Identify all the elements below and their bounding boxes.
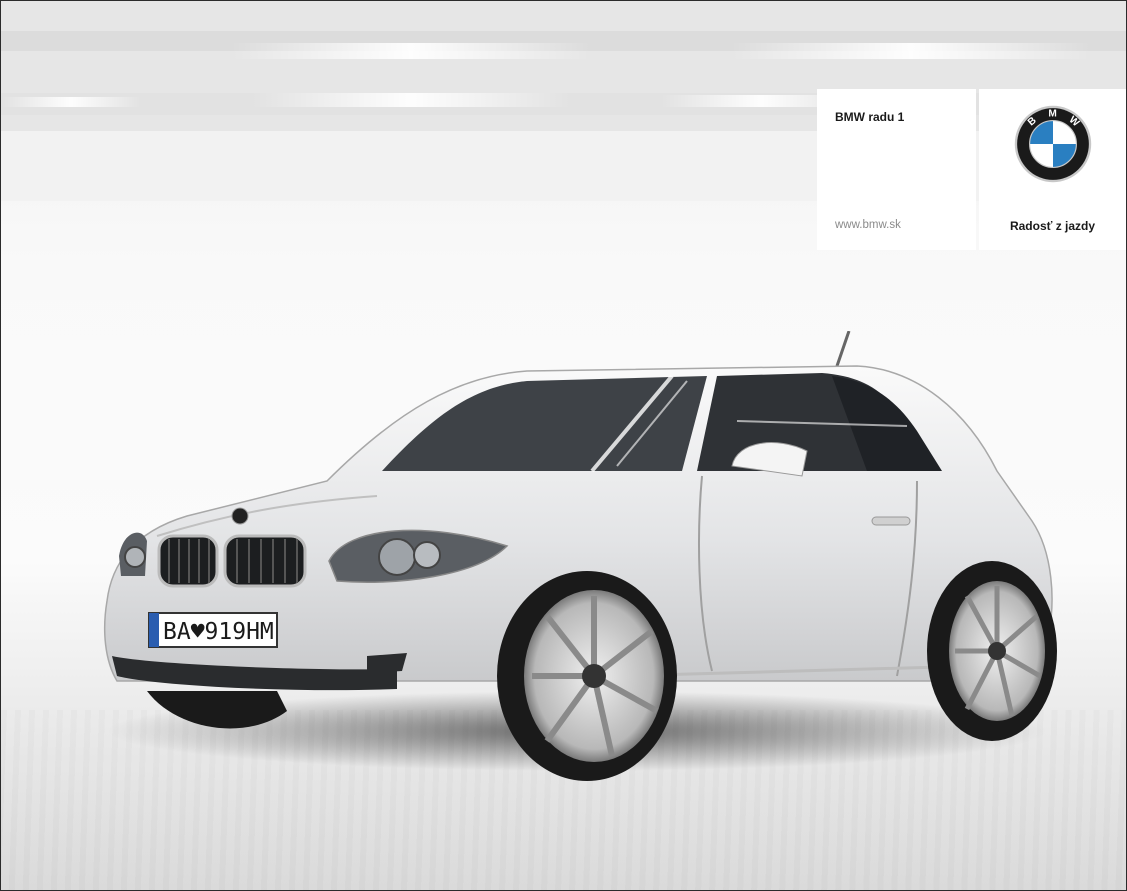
model-name: BMW radu 1: [835, 110, 905, 124]
license-plate: BA♥919HM: [148, 612, 278, 648]
brand-card: B M W Radosť z jazdy: [979, 89, 1126, 250]
slogan: Radosť z jazdy: [1009, 219, 1096, 233]
model-card: BMW radu 1 www.bmw.sk: [817, 89, 976, 250]
website-url[interactable]: www.bmw.sk: [835, 219, 901, 231]
svg-text:BA♥919HM: BA♥919HM: [163, 619, 274, 645]
svg-text:M: M: [1048, 109, 1056, 120]
car-bmw-1-series: BA♥919HM: [103, 331, 1057, 781]
bmw-logo-icon: B M W: [1014, 105, 1092, 183]
advertisement: BMW radu 1 www.bmw.sk B M W Radosť z jaz…: [0, 0, 1127, 891]
